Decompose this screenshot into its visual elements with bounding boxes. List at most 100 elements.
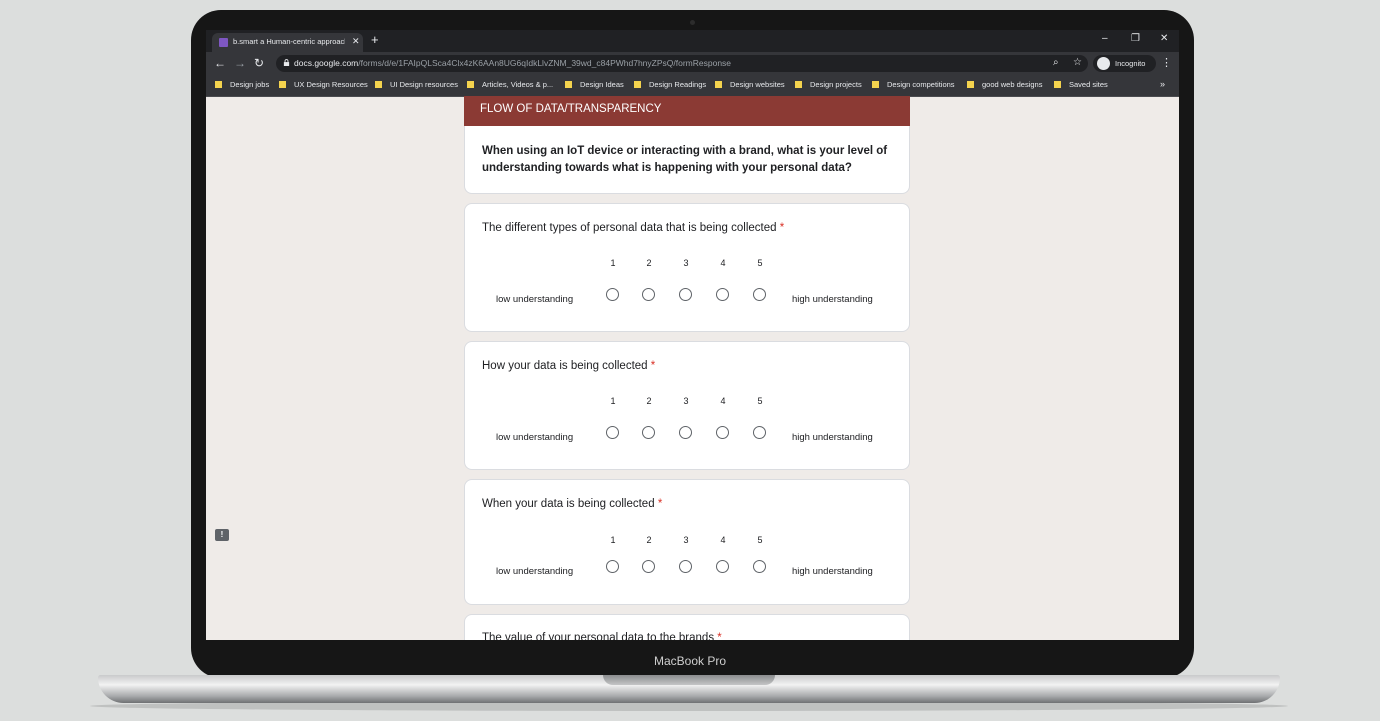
question-card: How your data is being collected * 1 2 3… bbox=[464, 341, 910, 470]
high-understanding-label: high understanding bbox=[792, 432, 873, 443]
question-text: The value of your personal data to the b… bbox=[482, 632, 715, 640]
bookmarks-overflow-button[interactable]: » bbox=[1160, 79, 1165, 89]
reload-button[interactable]: ↻ bbox=[254, 56, 264, 70]
bookmark-label: Design websites bbox=[730, 80, 785, 89]
radio-option-3[interactable] bbox=[679, 560, 692, 573]
folder-icon bbox=[467, 81, 474, 88]
section-header: FLOW OF DATA/TRANSPARENCY bbox=[464, 96, 910, 126]
bookmark-item[interactable]: good web designs bbox=[967, 80, 1042, 92]
high-understanding-label: high understanding bbox=[792, 294, 873, 305]
bookmark-label: Saved sites bbox=[1069, 80, 1108, 89]
bookmark-item[interactable]: UX Design Resources bbox=[279, 80, 368, 92]
folder-icon bbox=[1054, 81, 1061, 88]
scale-number: 4 bbox=[720, 396, 726, 406]
low-understanding-label: low understanding bbox=[496, 432, 574, 443]
bookmark-label: UI Design resources bbox=[390, 80, 458, 89]
laptop-notch bbox=[603, 675, 775, 685]
low-understanding-label: low understanding bbox=[496, 294, 574, 305]
browser-tab[interactable]: b.smart a Human-centric approach ✕ bbox=[212, 33, 363, 52]
incognito-label: Incognito bbox=[1115, 59, 1146, 68]
radio-option-3[interactable] bbox=[679, 426, 692, 439]
form-page: FLOW OF DATA/TRANSPARENCY When using an … bbox=[206, 96, 1179, 640]
folder-icon bbox=[715, 81, 722, 88]
url-domain: docs.google.com bbox=[294, 58, 359, 68]
bookmark-label: good web designs bbox=[982, 80, 1043, 89]
bookmark-label: Design Ideas bbox=[580, 80, 624, 89]
section-description-card: When using an IoT device or interacting … bbox=[464, 126, 910, 194]
bookmark-item[interactable]: Design Readings bbox=[634, 80, 706, 92]
folder-icon bbox=[215, 81, 222, 88]
scale-number: 3 bbox=[683, 396, 689, 406]
high-understanding-label: high understanding bbox=[792, 566, 873, 577]
back-button[interactable]: ← bbox=[214, 56, 226, 70]
scale-number: 2 bbox=[646, 535, 652, 545]
scale-number: 3 bbox=[683, 535, 689, 545]
radio-option-5[interactable] bbox=[753, 426, 766, 439]
bookmark-item[interactable]: Design projects bbox=[795, 80, 862, 92]
question-title: When your data is being collected * bbox=[482, 498, 662, 510]
question-title: The different types of personal data tha… bbox=[482, 222, 784, 234]
folder-icon bbox=[565, 81, 572, 88]
screen: b.smart a Human-centric approach ✕ + – ❐… bbox=[206, 30, 1179, 640]
incognito-indicator[interactable]: Incognito bbox=[1093, 55, 1156, 72]
radio-option-5[interactable] bbox=[753, 288, 766, 301]
radio-option-1[interactable] bbox=[606, 288, 619, 301]
scale-number: 2 bbox=[646, 258, 652, 268]
bookmark-item[interactable]: Design Ideas bbox=[565, 80, 624, 92]
scale-number: 5 bbox=[757, 258, 763, 268]
radio-option-3[interactable] bbox=[679, 288, 692, 301]
scale-number: 1 bbox=[610, 258, 616, 268]
forward-button[interactable]: → bbox=[234, 56, 246, 70]
close-window-button[interactable]: ✕ bbox=[1160, 33, 1168, 44]
minimize-button[interactable]: – bbox=[1102, 33, 1108, 44]
tab-title: b.smart a Human-centric approach bbox=[233, 37, 345, 46]
url-path: /forms/d/e/1FAIpQLSca4Clx4zK6AAn8UG6qIdk… bbox=[358, 58, 732, 68]
radio-option-4[interactable] bbox=[716, 426, 729, 439]
folder-icon bbox=[634, 81, 641, 88]
radio-option-2[interactable] bbox=[642, 288, 655, 301]
url-bar[interactable]: docs.google.com/forms/d/e/1FAIpQLSca4Clx… bbox=[276, 55, 1088, 72]
radio-option-2[interactable] bbox=[642, 426, 655, 439]
bookmark-item[interactable]: Design jobs bbox=[215, 80, 269, 92]
folder-icon bbox=[375, 81, 382, 88]
section-title: FLOW OF DATA/TRANSPARENCY bbox=[480, 103, 662, 115]
address-toolbar: ← → ↻ docs.google.com/forms/d/e/1FAIpQLS… bbox=[206, 52, 1179, 75]
new-tab-button[interactable]: + bbox=[371, 33, 379, 47]
bookmark-label: Design jobs bbox=[230, 80, 270, 89]
bookmark-item[interactable]: Design competitions bbox=[872, 80, 955, 92]
question-text: When your data is being collected bbox=[482, 498, 655, 510]
bookmark-label: Design Readings bbox=[649, 80, 707, 89]
scale-number: 3 bbox=[683, 258, 689, 268]
restore-button[interactable]: ❐ bbox=[1131, 33, 1140, 44]
zoom-icon[interactable]: ⌕ bbox=[1053, 57, 1059, 68]
bookmark-item[interactable]: UI Design resources bbox=[375, 80, 458, 92]
tab-close-icon[interactable]: ✕ bbox=[352, 36, 360, 47]
radio-option-1[interactable] bbox=[606, 426, 619, 439]
device-label: MacBook Pro bbox=[653, 654, 727, 668]
folder-icon bbox=[279, 81, 286, 88]
radio-option-2[interactable] bbox=[642, 560, 655, 573]
scale-number: 5 bbox=[757, 396, 763, 406]
radio-option-5[interactable] bbox=[753, 560, 766, 573]
radio-option-1[interactable] bbox=[606, 560, 619, 573]
required-asterisk: * bbox=[717, 632, 722, 640]
required-asterisk: * bbox=[650, 360, 656, 372]
scale-number: 1 bbox=[610, 396, 616, 406]
low-understanding-label: low understanding bbox=[496, 566, 574, 577]
required-asterisk: * bbox=[657, 498, 663, 510]
bookmark-item[interactable]: Design websites bbox=[715, 80, 785, 92]
question-card: The value of your personal data to the b… bbox=[464, 614, 910, 640]
scale-number: 1 bbox=[610, 535, 616, 545]
lock-icon bbox=[283, 59, 290, 66]
browser-menu-icon[interactable]: ⋮ bbox=[1161, 56, 1172, 69]
bookmark-item[interactable]: Saved sites bbox=[1054, 80, 1108, 92]
bookmark-item[interactable]: Articles, Videos & p... bbox=[467, 80, 553, 92]
question-card: The different types of personal data tha… bbox=[464, 203, 910, 332]
radio-option-4[interactable] bbox=[716, 560, 729, 573]
feedback-icon[interactable]: ! bbox=[215, 529, 229, 541]
radio-option-4[interactable] bbox=[716, 288, 729, 301]
folder-icon bbox=[967, 81, 974, 88]
bookmark-star-icon[interactable]: ☆ bbox=[1073, 57, 1082, 68]
bookmark-label: Design competitions bbox=[887, 80, 955, 89]
question-title: The value of your personal data to the b… bbox=[482, 632, 722, 640]
